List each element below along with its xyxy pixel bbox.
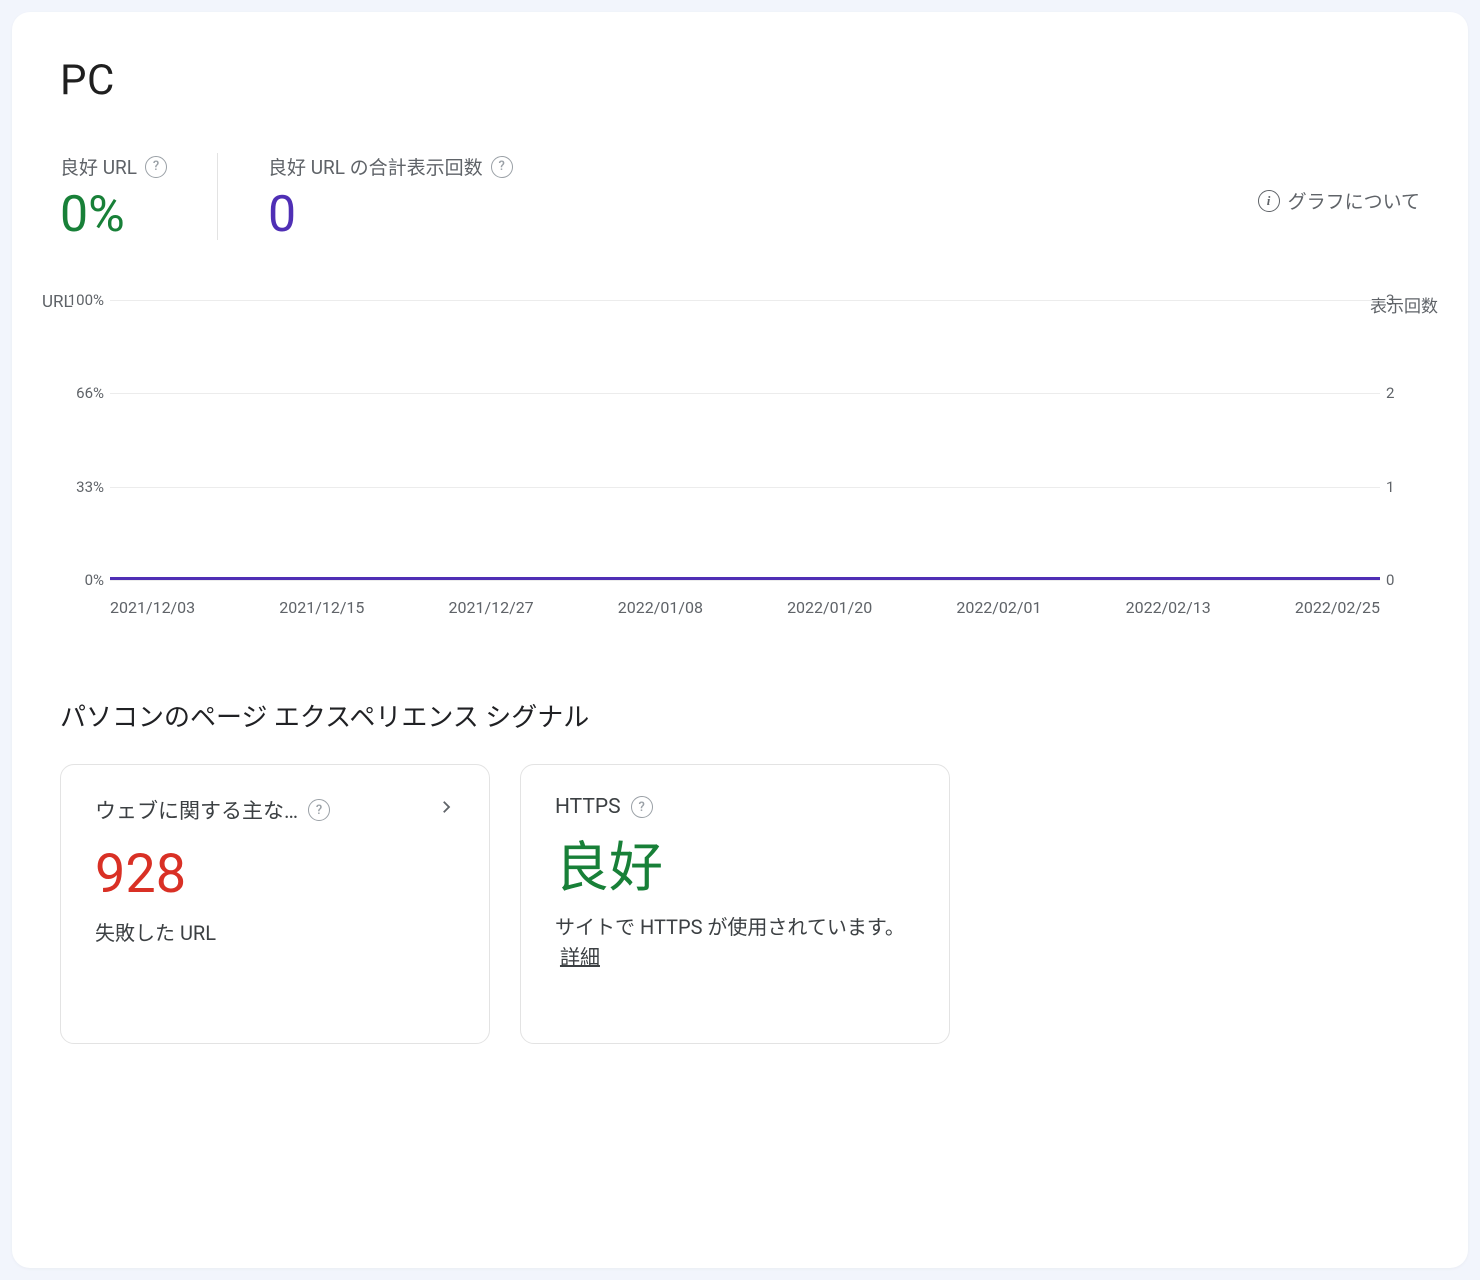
cwv-subtitle: 失敗した URL [95, 918, 455, 948]
about-chart-link[interactable]: i グラフについて [1258, 187, 1420, 214]
y-right-tick: 1 [1386, 478, 1414, 496]
x-tick: 2021/12/15 [279, 598, 364, 617]
y-right-tick: 2 [1386, 384, 1414, 402]
y-left-tick: 66% [56, 384, 104, 402]
y-left-tick: 33% [56, 478, 104, 496]
x-tick: 2022/01/08 [618, 598, 703, 617]
cwv-title: ウェブに関する主な… [95, 795, 298, 825]
https-value: 良好 [555, 839, 915, 898]
info-icon: i [1258, 190, 1280, 212]
chart-plot-area: 100% 66% 33% 0% 3 2 1 0 [110, 300, 1380, 580]
chart-series-line [110, 577, 1380, 580]
cwv-value: 928 [95, 845, 455, 904]
x-tick: 2022/02/01 [956, 598, 1041, 617]
x-tick: 2021/12/27 [449, 598, 534, 617]
about-chart-label: グラフについて [1288, 187, 1420, 214]
help-icon[interactable]: ? [145, 156, 167, 178]
y-left-tick: 0% [56, 571, 104, 589]
metric-good-impr-label: 良好 URL の合計表示回数 [268, 153, 483, 180]
help-icon[interactable]: ? [491, 156, 513, 178]
metric-good-impressions: 良好 URL の合計表示回数 ? 0 [217, 153, 563, 240]
metric-good-url-label: 良好 URL [60, 153, 137, 180]
y-left-tick: 100% [56, 291, 104, 309]
https-title: HTTPS [555, 795, 621, 819]
x-tick: 2021/12/03 [110, 598, 195, 617]
y-right-tick: 3 [1386, 291, 1414, 309]
https-card: HTTPS ? 良好 サイトで HTTPS が使用されています。 詳細 [520, 764, 950, 1044]
signals-section-title: パソコンのページ エクスペリエンス シグナル [60, 697, 1420, 734]
x-axis-ticks: 2021/12/03 2021/12/15 2021/12/27 2022/01… [110, 598, 1380, 617]
metric-good-impr-value: 0 [268, 190, 513, 240]
x-tick: 2022/02/25 [1295, 598, 1380, 617]
page-title: PC [60, 56, 1420, 105]
metric-good-url: 良好 URL ? 0% [60, 153, 217, 240]
x-tick: 2022/02/13 [1126, 598, 1211, 617]
chevron-right-icon [437, 798, 455, 822]
help-icon[interactable]: ? [631, 796, 653, 818]
metric-good-url-value: 0% [60, 190, 167, 240]
help-icon[interactable]: ? [308, 799, 330, 821]
x-tick: 2022/01/20 [787, 598, 872, 617]
https-subtitle: サイトで HTTPS が使用されています。 [555, 915, 905, 939]
https-details-link[interactable]: 詳細 [560, 945, 600, 969]
metrics-row: 良好 URL ? 0% 良好 URL の合計表示回数 ? 0 i グラフについて [60, 153, 1420, 240]
core-web-vitals-card[interactable]: ウェブに関する主な… ? 928 失敗した URL [60, 764, 490, 1044]
trend-chart: URL 表示回数 100% 66% 33% 0% 3 2 1 0 2021/12… [60, 300, 1420, 617]
y-right-tick: 0 [1386, 571, 1414, 589]
